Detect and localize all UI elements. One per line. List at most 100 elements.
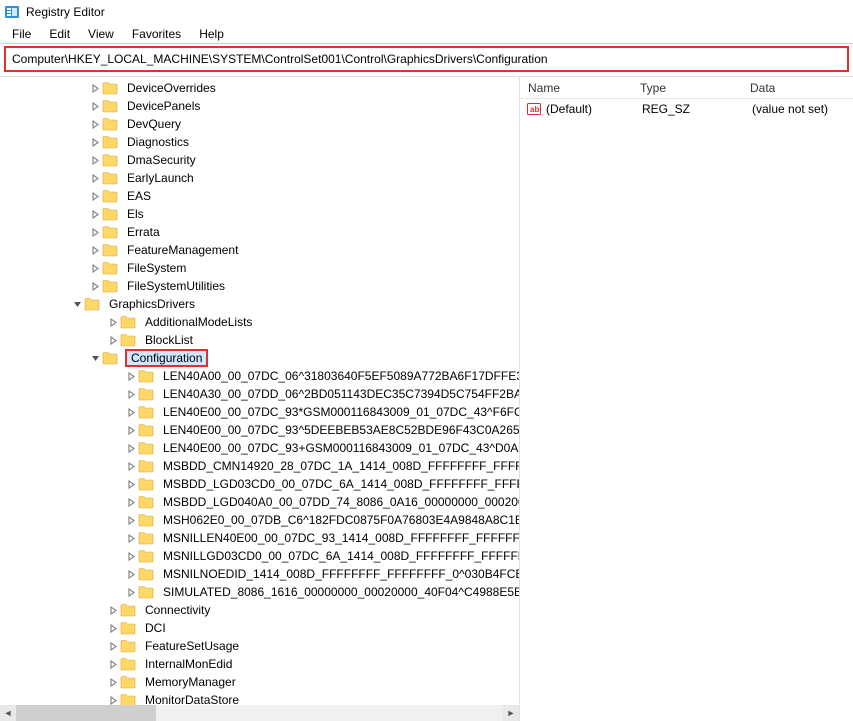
- chevron-right-icon[interactable]: [88, 207, 102, 221]
- chevron-right-icon[interactable]: [88, 171, 102, 185]
- tree-item[interactable]: LEN40A00_00_07DC_06^31803640F5EF5089A772…: [0, 367, 519, 385]
- registry-tree[interactable]: DeviceOverridesDevicePanelsDevQueryDiagn…: [0, 77, 519, 705]
- tree-item[interactable]: DCI: [0, 619, 519, 637]
- chevron-right-icon[interactable]: [124, 585, 138, 599]
- tree-item[interactable]: MSBDD_LGD040A0_00_07DD_74_8086_0A16_0000…: [0, 493, 519, 511]
- menu-edit[interactable]: Edit: [41, 25, 78, 43]
- address-bar[interactable]: [6, 48, 847, 70]
- chevron-down-icon[interactable]: [70, 297, 84, 311]
- folder-icon: [138, 387, 154, 401]
- chevron-down-icon[interactable]: [88, 351, 102, 365]
- chevron-right-icon[interactable]: [106, 639, 120, 653]
- chevron-right-icon[interactable]: [88, 261, 102, 275]
- chevron-right-icon[interactable]: [124, 549, 138, 563]
- tree-item[interactable]: LEN40E00_00_07DC_93*GSM000116843009_01_0…: [0, 403, 519, 421]
- tree-item[interactable]: MSNILLEN40E00_00_07DC_93_1414_008D_FFFFF…: [0, 529, 519, 547]
- chevron-right-icon[interactable]: [88, 153, 102, 167]
- folder-icon: [120, 657, 136, 671]
- menu-file[interactable]: File: [4, 25, 39, 43]
- tree-item[interactable]: Diagnostics: [0, 133, 519, 151]
- folder-icon: [102, 99, 118, 113]
- tree-item[interactable]: MonitorDataStore: [0, 691, 519, 705]
- tree-item[interactable]: Els: [0, 205, 519, 223]
- tree-item[interactable]: LEN40E00_00_07DC_93+GSM000116843009_01_0…: [0, 439, 519, 457]
- tree-item-label: Errata: [122, 224, 165, 240]
- tree-item[interactable]: MSH062E0_00_07DB_C6^182FDC0875F0A76803E4…: [0, 511, 519, 529]
- tree-item-graphicsdrivers[interactable]: GraphicsDrivers: [0, 295, 519, 313]
- chevron-right-icon[interactable]: [88, 189, 102, 203]
- tree-item[interactable]: DmaSecurity: [0, 151, 519, 169]
- chevron-right-icon[interactable]: [124, 477, 138, 491]
- chevron-right-icon[interactable]: [106, 333, 120, 347]
- tree-item[interactable]: AdditionalModeLists: [0, 313, 519, 331]
- tree-item-label: GraphicsDrivers: [104, 296, 200, 312]
- tree-item[interactable]: FeatureSetUsage: [0, 637, 519, 655]
- chevron-right-icon[interactable]: [106, 315, 120, 329]
- chevron-right-icon[interactable]: [124, 513, 138, 527]
- split-pane: DeviceOverridesDevicePanelsDevQueryDiagn…: [0, 76, 853, 721]
- chevron-right-icon[interactable]: [124, 387, 138, 401]
- tree-item[interactable]: SIMULATED_8086_1616_00000000_00020000_40…: [0, 583, 519, 601]
- tree-item[interactable]: LEN40E00_00_07DC_93^5DEEBEB53AE8C52BDE96…: [0, 421, 519, 439]
- menu-help[interactable]: Help: [191, 25, 232, 43]
- tree-item[interactable]: DevQuery: [0, 115, 519, 133]
- tree-item[interactable]: Connectivity: [0, 601, 519, 619]
- chevron-right-icon[interactable]: [124, 531, 138, 545]
- tree-item[interactable]: Errata: [0, 223, 519, 241]
- chevron-right-icon[interactable]: [124, 405, 138, 419]
- tree-item[interactable]: DeviceOverrides: [0, 79, 519, 97]
- tree-horizontal-scrollbar[interactable]: ◄ ►: [0, 705, 519, 721]
- col-header-type[interactable]: Type: [640, 81, 750, 95]
- chevron-right-icon[interactable]: [88, 243, 102, 257]
- tree-item[interactable]: FileSystem: [0, 259, 519, 277]
- chevron-right-icon[interactable]: [88, 135, 102, 149]
- chevron-right-icon[interactable]: [88, 81, 102, 95]
- chevron-right-icon[interactable]: [106, 693, 120, 705]
- tree-item[interactable]: EAS: [0, 187, 519, 205]
- tree-item[interactable]: DevicePanels: [0, 97, 519, 115]
- scroll-left-icon[interactable]: ◄: [0, 705, 16, 721]
- tree-item-label: AdditionalModeLists: [140, 314, 257, 330]
- chevron-right-icon[interactable]: [106, 621, 120, 635]
- tree-item-configuration[interactable]: Configuration: [0, 349, 519, 367]
- chevron-right-icon[interactable]: [124, 423, 138, 437]
- chevron-right-icon[interactable]: [124, 495, 138, 509]
- list-header[interactable]: Name Type Data: [520, 77, 853, 99]
- chevron-right-icon[interactable]: [88, 117, 102, 131]
- col-header-data[interactable]: Data: [750, 81, 853, 95]
- chevron-right-icon[interactable]: [124, 441, 138, 455]
- tree-item-label: EAS: [122, 188, 156, 204]
- list-row[interactable]: ab (Default) REG_SZ (value not set): [520, 99, 853, 119]
- tree-item[interactable]: InternalMonEdid: [0, 655, 519, 673]
- folder-icon: [138, 585, 154, 599]
- chevron-right-icon[interactable]: [124, 369, 138, 383]
- tree-item[interactable]: EarlyLaunch: [0, 169, 519, 187]
- tree-item[interactable]: LEN40A30_00_07DD_06^2BD051143DEC35C7394D…: [0, 385, 519, 403]
- tree-item[interactable]: FeatureManagement: [0, 241, 519, 259]
- chevron-right-icon[interactable]: [124, 459, 138, 473]
- chevron-right-icon[interactable]: [88, 99, 102, 113]
- tree-item[interactable]: BlockList: [0, 331, 519, 349]
- chevron-right-icon[interactable]: [88, 279, 102, 293]
- tree-item-label: FeatureSetUsage: [140, 638, 244, 654]
- col-header-name[interactable]: Name: [520, 81, 640, 95]
- chevron-right-icon[interactable]: [106, 675, 120, 689]
- tree-item[interactable]: MSNILLGD03CD0_00_07DC_6A_1414_008D_FFFFF…: [0, 547, 519, 565]
- chevron-right-icon[interactable]: [106, 657, 120, 671]
- chevron-right-icon[interactable]: [124, 567, 138, 581]
- tree-item[interactable]: MSBDD_LGD03CD0_00_07DC_6A_1414_008D_FFFF…: [0, 475, 519, 493]
- scroll-track[interactable]: [16, 705, 503, 721]
- tree-item[interactable]: MemoryManager: [0, 673, 519, 691]
- tree-item-label: FeatureManagement: [122, 242, 243, 258]
- scroll-right-icon[interactable]: ►: [503, 705, 519, 721]
- tree-item[interactable]: MSNILNOEDID_1414_008D_FFFFFFFF_FFFFFFFF_…: [0, 565, 519, 583]
- menu-view[interactable]: View: [80, 25, 122, 43]
- chevron-right-icon[interactable]: [88, 225, 102, 239]
- chevron-right-icon[interactable]: [106, 603, 120, 617]
- tree-item[interactable]: MSBDD_CMN14920_28_07DC_1A_1414_008D_FFFF…: [0, 457, 519, 475]
- tree-item-label: MemoryManager: [140, 674, 241, 690]
- scroll-thumb[interactable]: [16, 705, 156, 721]
- tree-item[interactable]: FileSystemUtilities: [0, 277, 519, 295]
- menu-favorites[interactable]: Favorites: [124, 25, 189, 43]
- tree-item-label: MSBDD_LGD03CD0_00_07DC_6A_1414_008D_FFFF…: [158, 476, 519, 492]
